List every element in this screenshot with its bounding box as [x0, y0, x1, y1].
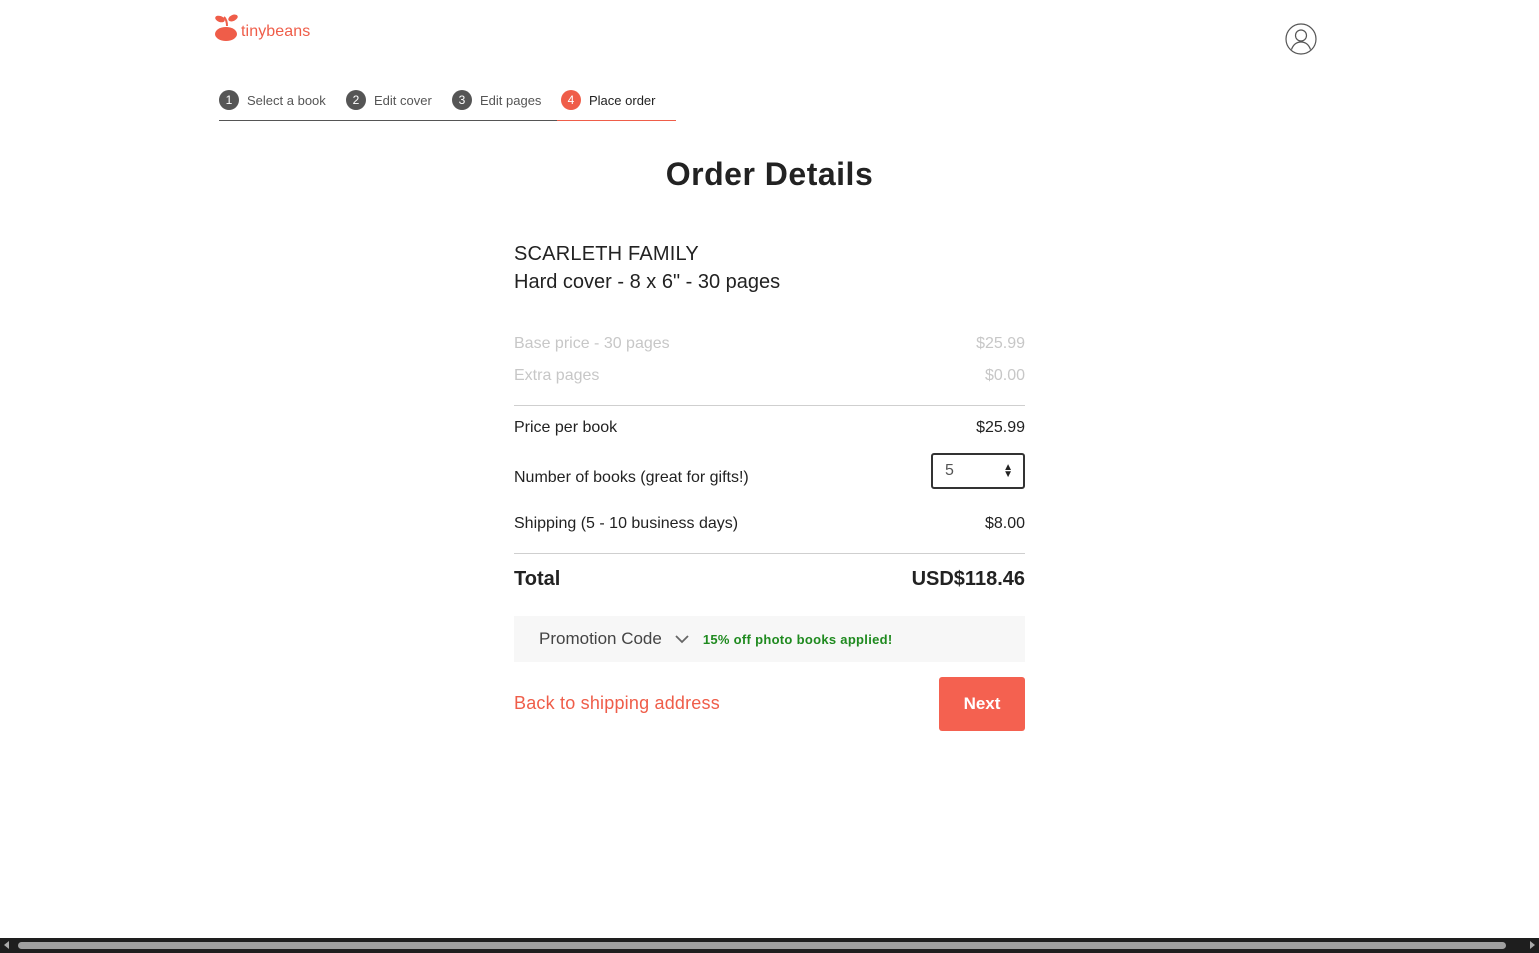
book-name: SCARLETH FAMILY — [514, 243, 699, 265]
spinner-arrows-icon[interactable]: ▲ ▼ — [1003, 463, 1013, 480]
base-price-label: Base price - 30 pages — [514, 335, 670, 352]
scroll-left-icon[interactable] — [4, 941, 9, 949]
quantity-value: 5 — [945, 462, 954, 479]
step-label: Edit cover — [374, 92, 432, 108]
divider — [514, 405, 1025, 406]
step-number: 1 — [219, 90, 239, 110]
horizontal-scrollbar[interactable] — [0, 938, 1539, 953]
back-to-shipping-link[interactable]: Back to shipping address — [514, 693, 720, 714]
step-select-book[interactable]: 1 Select a book — [219, 90, 326, 110]
base-price-row: Base price - 30 pages $25.99 — [514, 335, 1025, 353]
step-number: 3 — [452, 90, 472, 110]
scrollbar-thumb[interactable] — [18, 942, 1506, 949]
promotion-code-panel[interactable]: Promotion Code 15% off photo books appli… — [514, 616, 1025, 662]
quantity-row: Number of books (great for gifts!) 5 ▲ ▼ — [514, 452, 1025, 490]
logo-text: tinybeans — [241, 23, 311, 40]
scroll-right-icon[interactable] — [1530, 941, 1535, 949]
shipping-row: Shipping (5 - 10 business days) $8.00 — [514, 515, 1025, 533]
extra-pages-value: $0.00 — [984, 367, 1025, 384]
step-place-order[interactable]: 4 Place order — [561, 90, 655, 110]
book-spec: Hard cover - 8 x 6" - 30 pages — [514, 271, 781, 293]
extra-pages-row: Extra pages $0.00 — [514, 367, 1025, 385]
page-title: Order Details — [665, 156, 874, 192]
shipping-label: Shipping (5 - 10 business days) — [514, 515, 739, 532]
base-price-value: $25.99 — [976, 335, 1025, 352]
step-label: Edit pages — [480, 92, 542, 108]
total-value: USD$118.46 — [911, 568, 1025, 590]
promotion-code-label: Promotion Code — [539, 629, 662, 648]
total-label: Total — [514, 568, 561, 590]
promotion-applied-message: 15% off photo books applied! — [702, 631, 893, 647]
price-per-book-value: $25.99 — [976, 419, 1025, 436]
step-label: Place order — [589, 92, 656, 108]
progress-steps: 1 Select a book 2 Edit cover 3 Edit page… — [219, 88, 676, 121]
page: tinybeans 1 Select a book 2 Edit cover 3… — [0, 0, 1539, 953]
price-per-book-row: Price per book $25.99 — [514, 419, 1025, 437]
divider — [514, 553, 1025, 554]
chevron-down-icon[interactable] — [674, 634, 690, 644]
tinybeans-logo[interactable]: tinybeans — [214, 14, 310, 42]
shipping-value: $8.00 — [984, 515, 1025, 532]
sprout-logo-icon — [215, 14, 238, 41]
order-details: SCARLETH FAMILY Hard cover - 8 x 6" - 30… — [514, 240, 1025, 731]
step-edit-pages[interactable]: 3 Edit pages — [452, 90, 541, 110]
step-edit-cover[interactable]: 2 Edit cover — [346, 90, 432, 110]
next-button[interactable]: Next — [939, 677, 1025, 731]
step-number: 4 — [561, 90, 581, 110]
step-number: 2 — [346, 90, 366, 110]
quantity-stepper[interactable]: 5 ▲ ▼ — [931, 453, 1025, 489]
price-per-book-label: Price per book — [514, 419, 618, 436]
user-avatar-icon[interactable] — [1285, 23, 1317, 55]
total-row: Total USD$118.46 — [514, 568, 1025, 591]
quantity-label: Number of books (great for gifts!) — [514, 469, 749, 486]
extra-pages-label: Extra pages — [514, 367, 600, 384]
step-label: Select a book — [247, 92, 326, 108]
active-step-indicator — [557, 120, 676, 121]
